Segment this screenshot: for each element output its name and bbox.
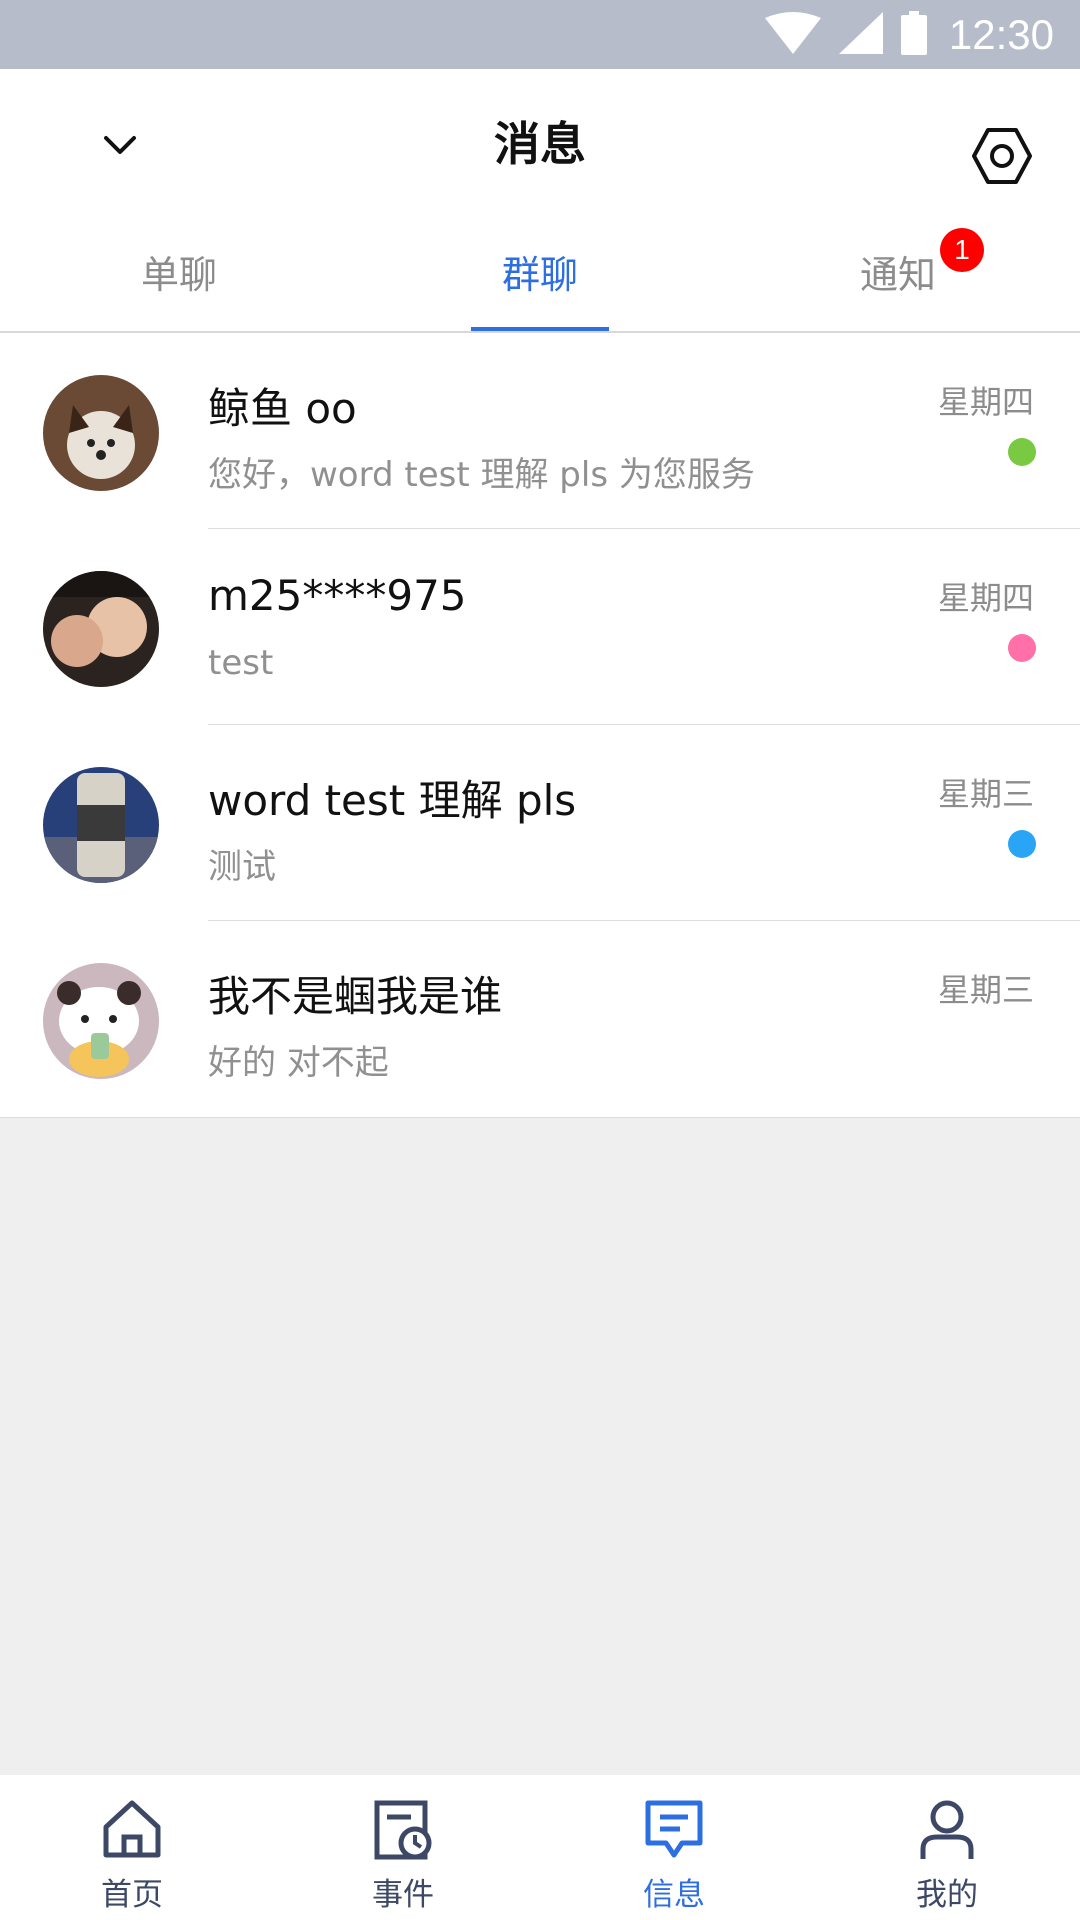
- nav-label: 首页: [101, 1877, 163, 1913]
- avatar: [43, 963, 159, 1079]
- page-title: 消息: [494, 117, 586, 171]
- conversation-day: 星期三: [937, 775, 1034, 813]
- nav-label: 我的: [916, 1877, 978, 1913]
- settings-icon[interactable]: [970, 124, 1034, 188]
- conversation-row[interactable]: 我不是蝈我是谁 好的 对不起 星期三: [0, 921, 1080, 1117]
- conversation-preview: 测试: [208, 847, 276, 887]
- status-time: 12:30: [948, 10, 1054, 58]
- status-dot: [1008, 634, 1036, 662]
- status-dot: [1008, 438, 1036, 466]
- message-icon: [645, 1800, 703, 1858]
- status-dot: [1008, 830, 1036, 858]
- conversation-list: 鲸鱼 oo 您好，word test 理解 pls 为您服务 星期四 m25**…: [0, 333, 1080, 1118]
- tab-group-chat[interactable]: 群聊: [440, 220, 640, 331]
- avatar: [43, 767, 159, 883]
- avatar: [43, 375, 159, 491]
- nav-home[interactable]: 首页: [62, 1775, 202, 1920]
- chat-tabs: 单聊 群聊 通知: [0, 220, 1080, 333]
- conversation-preview: 您好，word test 理解 pls 为您服务: [208, 455, 755, 495]
- conversation-row[interactable]: word test 理解 pls 测试 星期三: [0, 725, 1080, 921]
- nav-events[interactable]: 事件: [333, 1775, 473, 1920]
- signal-icon: [838, 11, 883, 58]
- conversation-name: 鲸鱼 oo: [208, 384, 357, 433]
- notification-badge: 1: [940, 228, 984, 272]
- nav-profile[interactable]: 我的: [877, 1775, 1017, 1920]
- conversation-day: 星期四: [937, 579, 1034, 617]
- bottom-nav: 首页 事件 信息 我的: [0, 1775, 1080, 1920]
- avatar: [43, 571, 159, 687]
- conversation-name: word test 理解 pls: [208, 776, 577, 825]
- conversation-name: m25****975: [208, 571, 467, 620]
- conversation-name: 我不是蝈我是谁: [208, 972, 503, 1021]
- home-icon: [103, 1800, 161, 1858]
- user-icon: [920, 1800, 974, 1859]
- status-bar: 12:30: [0, 0, 1080, 69]
- wifi-icon: [764, 11, 821, 58]
- conversation-preview: 好的 对不起: [208, 1043, 389, 1083]
- nav-label: 信息: [643, 1877, 705, 1913]
- conversation-day: 星期三: [937, 971, 1034, 1009]
- conversation-row[interactable]: m25****975 test 星期四: [0, 529, 1080, 725]
- conversation-row[interactable]: 鲸鱼 oo 您好，word test 理解 pls 为您服务 星期四: [0, 333, 1080, 529]
- tab-private-chat[interactable]: 单聊: [79, 220, 279, 331]
- nav-label: 事件: [372, 1877, 434, 1913]
- active-tab-indicator: [471, 327, 609, 331]
- conversation-preview: test: [208, 643, 274, 683]
- app-header: 消息: [0, 69, 1080, 221]
- calendar-clock-icon: [374, 1800, 432, 1860]
- battery-icon: [900, 10, 927, 59]
- conversation-day: 星期四: [937, 383, 1034, 421]
- nav-messages[interactable]: 信息: [604, 1775, 744, 1920]
